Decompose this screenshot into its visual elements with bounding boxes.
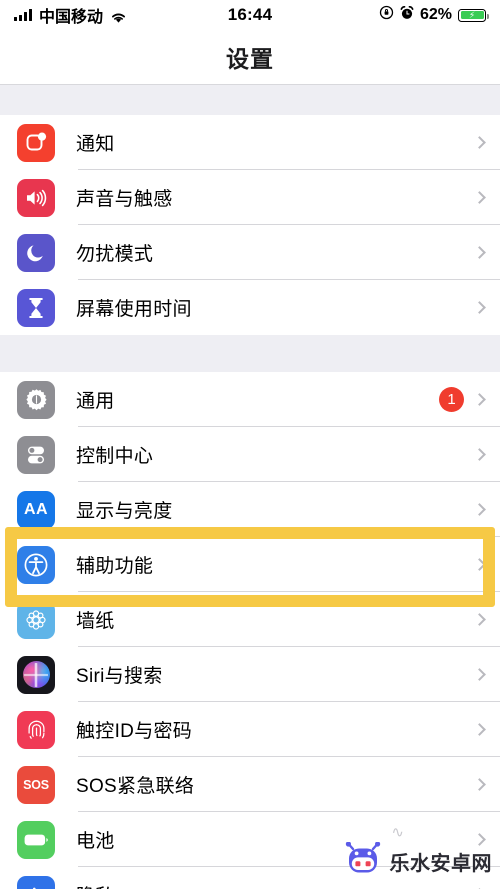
settings-row-label: 勿扰模式 <box>76 244 154 265</box>
chevron-right-icon <box>473 668 486 681</box>
settings-row-notifications[interactable]: 通知 <box>0 115 500 170</box>
chevron-right-icon <box>473 301 486 314</box>
row-accessory <box>473 301 486 314</box>
row-accessory <box>473 136 486 149</box>
settings-row-screen-time[interactable]: 屏幕使用时间 <box>0 280 500 335</box>
iphone-settings-screen: 中国移动 16:44 62% ⚡ 设置 通知 声音与触感 勿扰模式 屏幕使用时间… <box>0 0 500 889</box>
row-accessory <box>473 668 486 681</box>
do-not-disturb-moon-icon <box>17 233 55 272</box>
status-bar-right: 62% ⚡ <box>379 5 489 25</box>
settings-row-label: 声音与触感 <box>76 189 173 210</box>
row-accessory: 1 <box>439 387 486 412</box>
wallpaper-flower-icon <box>17 600 55 639</box>
watermark-text: 乐水安卓网 <box>389 853 492 875</box>
settings-row-siri-search[interactable]: Siri与搜索 <box>0 647 500 702</box>
row-accessory <box>473 191 486 204</box>
alarm-clock-icon <box>400 5 414 25</box>
settings-row-label: 墙纸 <box>76 611 115 632</box>
site-watermark: 乐水安卓网 <box>345 841 493 881</box>
section-gap-middle <box>0 335 500 372</box>
siri-gradient-orb <box>22 661 50 688</box>
touch-id-fingerprint-icon <box>17 710 55 749</box>
settings-group-2: 通用 1 控制中心 AA 显示与亮度 辅助功能 墙纸 Siri与搜索 触控ID与… <box>0 372 500 889</box>
settings-row-label: 辅助功能 <box>76 556 154 577</box>
settings-row-touch-id-passcode[interactable]: 触控ID与密码 <box>0 702 500 757</box>
settings-row-label: Siri与搜索 <box>76 666 163 687</box>
settings-row-wallpaper[interactable]: 墙纸 <box>0 592 500 647</box>
notifications-icon <box>17 123 55 162</box>
chevron-right-icon <box>473 613 486 626</box>
battery-percent-label: 62% <box>419 6 452 23</box>
settings-row-label: 触控ID与密码 <box>76 721 193 742</box>
row-accessory <box>473 778 486 791</box>
signal-bars-icon <box>14 9 32 21</box>
settings-row-label: 控制中心 <box>76 446 154 467</box>
row-accessory <box>473 723 486 736</box>
general-gear-icon <box>17 380 55 419</box>
settings-row-label: 屏幕使用时间 <box>76 299 192 320</box>
aa-glyph: AA <box>23 500 49 518</box>
decorative-squiggle: ∿ <box>391 824 404 841</box>
siri-orb-icon <box>17 655 55 694</box>
robot-head-icon <box>345 841 383 881</box>
sounds-haptics-icon <box>17 178 55 217</box>
status-bar-left: 中国移动 <box>14 3 127 27</box>
battery-icon <box>17 820 55 859</box>
row-accessory <box>473 558 486 571</box>
settings-row-sounds-haptics[interactable]: 声音与触感 <box>0 170 500 225</box>
chevron-right-icon <box>473 778 486 791</box>
chevron-right-icon <box>473 503 486 516</box>
settings-row-label: 显示与亮度 <box>76 501 173 522</box>
settings-row-label: 隐私 <box>76 881 115 889</box>
screen-time-hourglass-icon <box>17 288 55 327</box>
settings-row-label: SOS紧急联络 <box>76 776 195 797</box>
navigation-bar: 设置 <box>0 30 500 85</box>
chevron-right-icon <box>473 191 486 204</box>
settings-group-1: 通知 声音与触感 勿扰模式 屏幕使用时间 <box>0 115 500 335</box>
battery-charging-icon: ⚡ <box>458 8 489 22</box>
row-accessory <box>473 246 486 259</box>
wifi-icon <box>110 9 127 23</box>
settings-row-accessibility[interactable]: 辅助功能 <box>0 537 500 592</box>
carrier-label: 中国移动 <box>39 9 104 26</box>
settings-row-control-center[interactable]: 控制中心 <box>0 427 500 482</box>
chevron-right-icon <box>473 246 486 259</box>
page-title: 设置 <box>226 46 274 72</box>
sos-glyph: SOS <box>23 777 49 792</box>
control-center-toggles-icon <box>17 435 55 474</box>
chevron-right-icon <box>473 448 486 461</box>
rotation-lock-icon <box>379 5 394 25</box>
chevron-right-icon <box>473 136 486 149</box>
status-bar: 中国移动 16:44 62% ⚡ <box>0 0 500 30</box>
settings-row-general[interactable]: 通用 1 <box>0 372 500 427</box>
settings-row-display-brightness[interactable]: AA 显示与亮度 <box>0 482 500 537</box>
settings-row-label: 通知 <box>76 134 115 155</box>
row-accessory <box>473 613 486 626</box>
row-accessory <box>473 503 486 516</box>
display-brightness-aa-icon: AA <box>17 490 55 529</box>
chevron-right-icon <box>473 723 486 736</box>
settings-row-label: 通用 <box>76 391 115 412</box>
row-accessory <box>473 448 486 461</box>
section-gap-top <box>0 85 500 115</box>
chevron-right-icon <box>473 393 486 406</box>
settings-row-do-not-disturb[interactable]: 勿扰模式 <box>0 225 500 280</box>
chevron-right-icon <box>473 558 486 571</box>
emergency-sos-icon: SOS <box>17 765 55 804</box>
privacy-hand-icon <box>17 875 55 889</box>
settings-row-emergency-sos[interactable]: SOS SOS紧急联络 <box>0 757 500 812</box>
status-badge: 1 <box>439 387 464 412</box>
settings-row-label: 电池 <box>76 831 115 852</box>
accessibility-icon <box>17 545 55 584</box>
